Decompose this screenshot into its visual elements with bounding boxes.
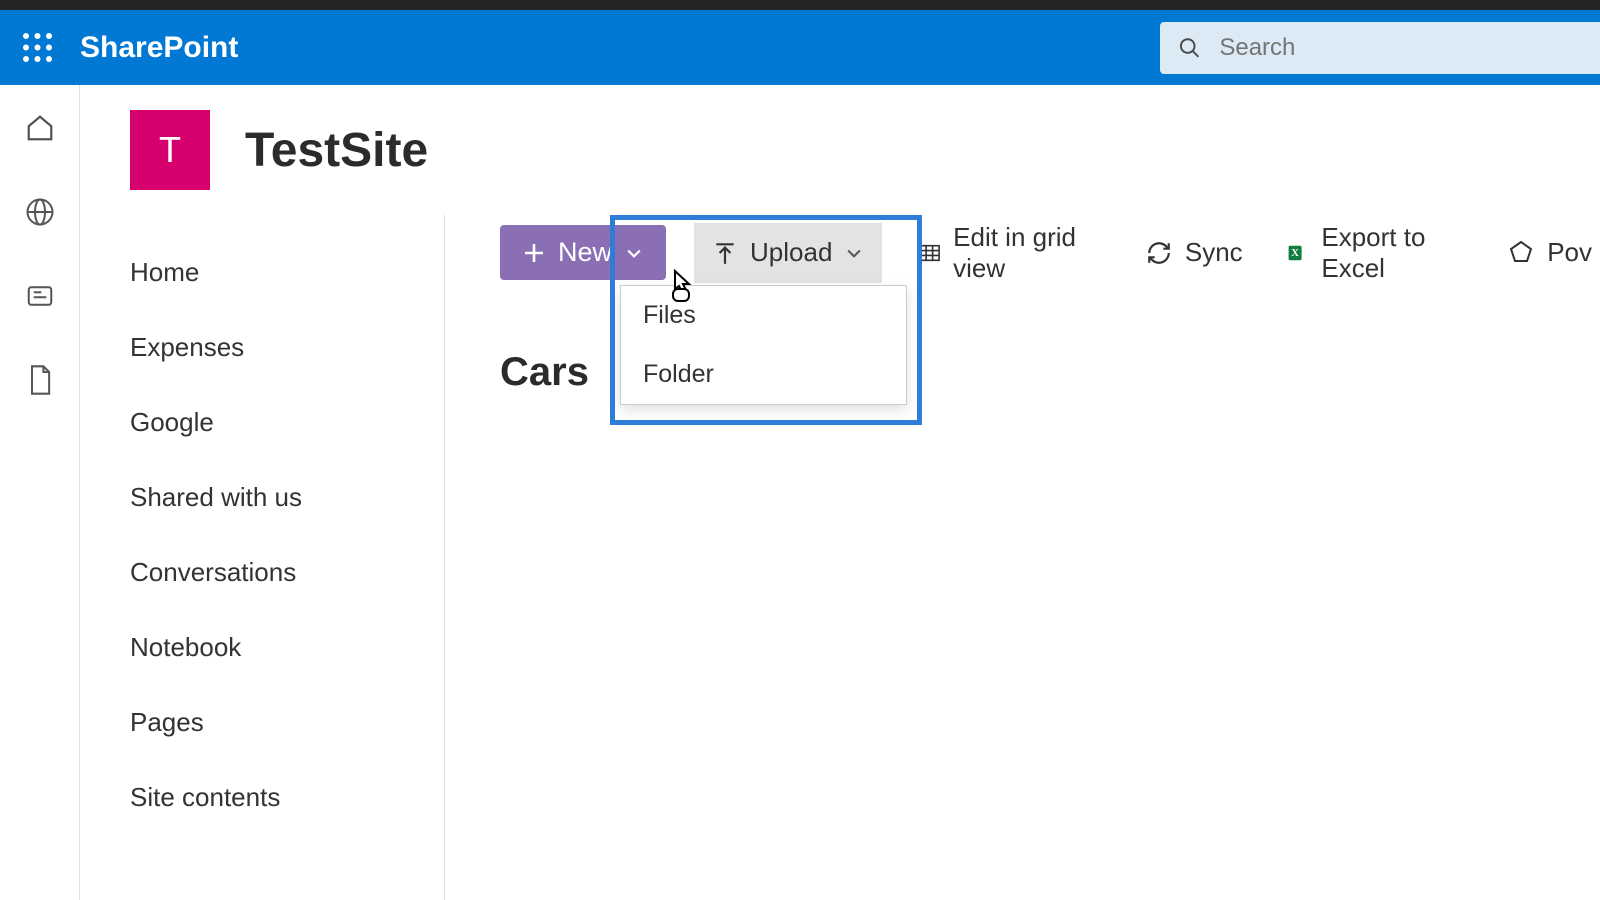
file-icon [26, 364, 54, 396]
waffle-icon [21, 31, 54, 64]
upload-dropdown: Files Folder [620, 285, 907, 405]
search-icon [1178, 35, 1201, 61]
nav-notebook[interactable]: Notebook [130, 610, 444, 685]
browser-chrome [0, 0, 1600, 10]
power-icon [1507, 239, 1535, 267]
chevron-down-icon [624, 243, 644, 263]
new-button[interactable]: New [500, 225, 666, 280]
site-nav: Home Expenses Google Shared with us Conv… [80, 215, 445, 900]
sync-icon [1145, 240, 1173, 266]
rail-global[interactable] [22, 194, 58, 230]
home-icon [25, 113, 55, 143]
rail-home[interactable] [22, 110, 58, 146]
upload-icon [712, 240, 738, 266]
nav-home[interactable]: Home [130, 235, 444, 310]
power-label: Pov [1547, 237, 1592, 268]
new-label: New [558, 237, 612, 268]
export-excel-label: Export to Excel [1321, 222, 1463, 284]
command-bar: New Upload Edit in grid view S [500, 225, 1600, 280]
power-button[interactable]: Pov [1499, 225, 1600, 280]
app-launcher[interactable] [20, 30, 55, 65]
upload-label: Upload [750, 237, 832, 268]
left-rail [0, 85, 80, 900]
brand-name[interactable]: SharePoint [80, 31, 238, 65]
rail-files[interactable] [22, 362, 58, 398]
search-box[interactable] [1160, 22, 1600, 74]
upload-button[interactable]: Upload [694, 223, 882, 283]
search-input[interactable] [1219, 34, 1582, 62]
chevron-down-icon [844, 243, 864, 263]
edit-grid-button[interactable]: Edit in grid view [910, 225, 1108, 280]
nav-pages[interactable]: Pages [130, 685, 444, 760]
news-icon [25, 281, 55, 311]
export-excel-button[interactable]: X Export to Excel [1279, 225, 1472, 280]
nav-google[interactable]: Google [130, 385, 444, 460]
nav-shared[interactable]: Shared with us [130, 460, 444, 535]
nav-conversations[interactable]: Conversations [130, 535, 444, 610]
sync-button[interactable]: Sync [1137, 225, 1251, 280]
nav-site-contents[interactable]: Site contents [130, 760, 444, 835]
site-title[interactable]: TestSite [245, 123, 428, 178]
rail-news[interactable] [22, 278, 58, 314]
svg-text:X: X [1291, 248, 1299, 259]
site-logo[interactable]: T [130, 110, 210, 190]
plus-icon [522, 241, 546, 265]
nav-expenses[interactable]: Expenses [130, 310, 444, 385]
grid-icon [918, 240, 941, 266]
site-header: T TestSite [80, 85, 1600, 215]
content-area: New Upload Edit in grid view S [445, 215, 1600, 900]
sync-label: Sync [1185, 237, 1243, 268]
upload-files-item[interactable]: Files [621, 286, 906, 345]
suite-bar: SharePoint [0, 10, 1600, 85]
globe-icon [25, 197, 55, 227]
upload-folder-item[interactable]: Folder [621, 345, 906, 404]
edit-grid-label: Edit in grid view [953, 222, 1101, 284]
excel-icon: X [1287, 239, 1310, 267]
